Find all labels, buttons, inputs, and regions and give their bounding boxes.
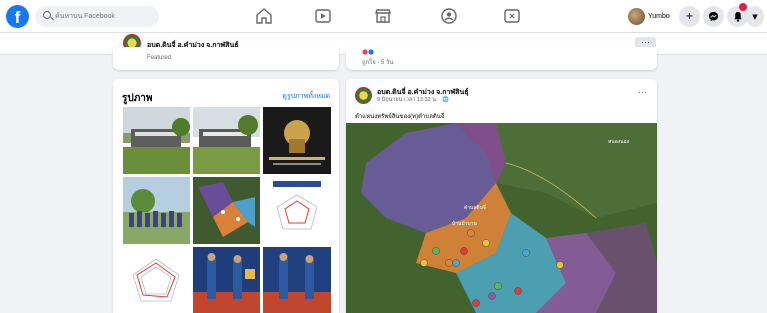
gaming-icon[interactable] bbox=[502, 6, 522, 26]
post-author-avatar[interactable] bbox=[355, 87, 372, 104]
home-icon[interactable] bbox=[254, 6, 274, 26]
marketplace-icon[interactable] bbox=[373, 6, 393, 26]
messenger-icon[interactable] bbox=[703, 6, 724, 27]
previous-post-meta: ถูกใจ · 5 วัน bbox=[362, 60, 394, 66]
watch-icon[interactable] bbox=[313, 6, 333, 26]
previous-post-footer: ถูกใจ · 5 วัน bbox=[346, 47, 657, 70]
featured-label[interactable]: Featured bbox=[147, 55, 171, 61]
account-menu-icon[interactable]: ▼ bbox=[746, 6, 764, 27]
search-icon bbox=[43, 11, 51, 19]
photo-thumbnail[interactable] bbox=[193, 247, 260, 313]
photo-thumbnail[interactable] bbox=[263, 107, 331, 174]
map-label: ตำบลดินจี่ bbox=[464, 204, 486, 211]
search-box[interactable] bbox=[35, 6, 159, 27]
photo-thumbnail[interactable] bbox=[123, 247, 190, 313]
search-input[interactable] bbox=[55, 10, 155, 23]
profile-button[interactable]: Yumbo bbox=[628, 7, 670, 26]
post-timestamp[interactable]: 9 มิถุนายน เวลา 13:32 น. · 🌐 bbox=[377, 96, 449, 104]
facebook-logo-icon[interactable]: f bbox=[6, 5, 29, 28]
post-more-button[interactable]: ··· bbox=[638, 87, 647, 97]
photo-thumbnail[interactable] bbox=[123, 107, 190, 174]
profile-name: Yumbo bbox=[648, 13, 670, 20]
groups-icon[interactable] bbox=[439, 6, 459, 26]
top-navigation-bar: f Yumbo + ▼ bbox=[0, 0, 767, 33]
create-icon[interactable]: + bbox=[679, 6, 700, 27]
post-card: อบต.ดินจี่ อ.คำม่วง จ.กาฬสินธุ์ 9 มิถุนา… bbox=[346, 79, 657, 313]
photos-title: รูปภาพ bbox=[122, 93, 153, 104]
photo-thumbnail[interactable] bbox=[193, 177, 260, 244]
post-map-image[interactable]: ตำบลดินจี่ บ้านบัวบาน หนองนอง bbox=[346, 123, 657, 313]
post-text: ตำแหน่งทรัพย์สินของ(ท)ตำบลดินจี่ bbox=[355, 114, 445, 120]
reaction-icon bbox=[362, 49, 374, 55]
map-label: หนองนอง bbox=[608, 139, 630, 145]
map-label: บ้านบัวบาน bbox=[452, 220, 477, 227]
featured-card: Featured bbox=[113, 47, 339, 70]
see-all-photos-link[interactable]: ดูรูปภาพทั้งหมด bbox=[282, 91, 330, 102]
notification-badge bbox=[739, 3, 747, 11]
photo-thumbnail[interactable] bbox=[123, 177, 190, 244]
photo-thumbnail[interactable] bbox=[263, 247, 331, 313]
photos-card: รูปภาพ ดูรูปภาพทั้งหมด bbox=[113, 79, 339, 313]
avatar bbox=[628, 8, 645, 25]
photo-thumbnail[interactable] bbox=[263, 177, 331, 244]
photo-thumbnail[interactable] bbox=[193, 107, 260, 174]
